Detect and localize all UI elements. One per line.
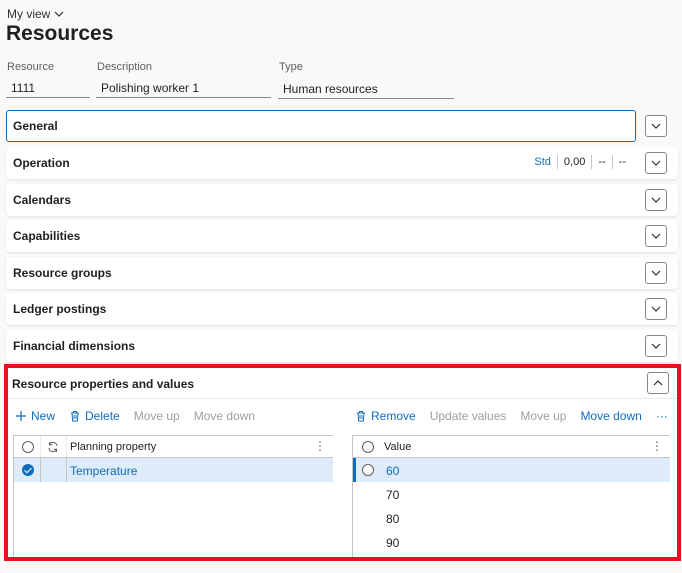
fasttab-ledger-postings[interactable]: Ledger postings <box>6 293 678 325</box>
fasttab-operation[interactable]: Operation Std 0,00 -- -- <box>6 147 678 179</box>
my-view-label: My view <box>7 7 51 21</box>
fasttab-capabilities[interactable]: Capabilities <box>6 220 678 252</box>
operation-summary-dash-2: -- <box>618 156 626 168</box>
type-field-label: Type <box>279 61 303 73</box>
chevron-down-icon <box>651 306 661 312</box>
calendars-expand-button[interactable] <box>645 189 667 211</box>
fasttab-resource-groups[interactable]: Resource groups <box>6 257 678 289</box>
operation-summary-dash-1: -- <box>592 155 613 169</box>
highlight-frame <box>4 364 681 561</box>
fasttab-financial-dimensions[interactable]: Financial dimensions <box>6 330 678 362</box>
description-field-label: Description <box>97 61 153 73</box>
type-field[interactable]: Human resources <box>278 79 454 99</box>
fasttab-resource-groups-label: Resource groups <box>13 266 112 280</box>
chevron-down-icon <box>651 270 661 276</box>
resource-field[interactable]: 1111 <box>6 78 90 98</box>
chevron-down-icon <box>651 197 661 203</box>
operation-summary-std: Std <box>528 155 558 169</box>
fasttab-ledger-postings-label: Ledger postings <box>13 302 107 316</box>
fasttab-general-label: General <box>13 119 58 133</box>
operation-summary: Std 0,00 -- -- <box>528 155 632 169</box>
capabilities-expand-button[interactable] <box>645 225 667 247</box>
operation-expand-button[interactable] <box>645 152 667 174</box>
financial-dimensions-expand-button[interactable] <box>645 335 667 357</box>
fasttab-general[interactable]: General <box>6 110 678 142</box>
chevron-down-icon <box>651 160 661 166</box>
operation-summary-value: 0,00 <box>558 155 593 169</box>
ledger-postings-expand-button[interactable] <box>645 298 667 320</box>
fasttab-financial-dimensions-label: Financial dimensions <box>13 339 136 353</box>
chevron-down-icon <box>651 233 661 239</box>
resource-field-label: Resource <box>7 61 55 73</box>
my-view-selector[interactable]: My view <box>7 7 64 21</box>
chevron-down-icon <box>651 343 661 349</box>
description-field[interactable]: Polishing worker 1 <box>96 78 271 98</box>
chevron-down-icon <box>54 11 64 17</box>
fasttab-calendars[interactable]: Calendars <box>6 184 678 216</box>
fasttab-calendars-label: Calendars <box>13 193 72 207</box>
fasttab-capabilities-label: Capabilities <box>13 229 81 243</box>
resource-groups-expand-button[interactable] <box>645 262 667 284</box>
page-title: Resources <box>6 22 114 45</box>
